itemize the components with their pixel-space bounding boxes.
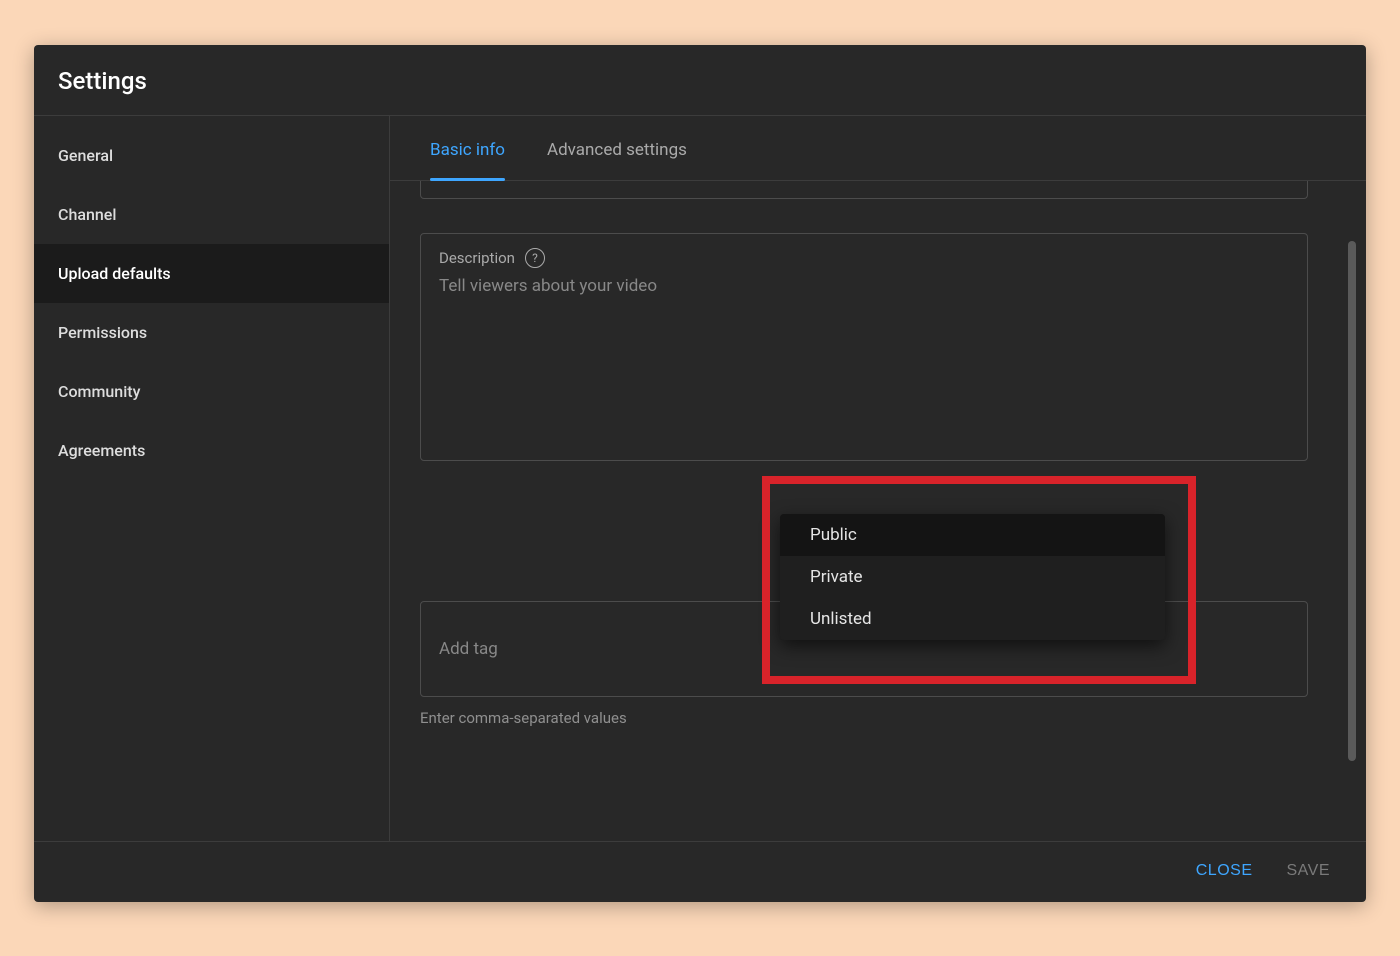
sidebar-item-upload-defaults[interactable]: Upload defaults — [34, 244, 389, 303]
form-scroll-area: Description ? Tell viewers about your vi… — [390, 181, 1366, 841]
close-button[interactable]: CLOSE — [1196, 862, 1253, 880]
help-icon[interactable]: ? — [525, 248, 545, 268]
tab-advanced-settings[interactable]: Advanced settings — [547, 140, 687, 180]
visibility-dropdown[interactable]: Public Private Unlisted — [780, 514, 1165, 640]
sidebar-item-permissions[interactable]: Permissions — [34, 303, 389, 362]
scrollbar[interactable] — [1348, 241, 1356, 821]
dialog-title: Settings — [58, 67, 1342, 95]
tags-placeholder: Add tag — [439, 639, 498, 659]
scrollbar-thumb[interactable] — [1348, 241, 1356, 761]
dialog-header: Settings — [34, 45, 1366, 116]
sidebar-item-community[interactable]: Community — [34, 362, 389, 421]
visibility-option-private[interactable]: Private — [780, 556, 1165, 598]
save-button[interactable]: SAVE — [1287, 862, 1331, 880]
settings-content: Basic info Advanced settings Description… — [390, 116, 1366, 841]
tags-helper: Enter comma-separated values — [420, 709, 1308, 727]
dialog-body: General Channel Upload defaults Permissi… — [34, 116, 1366, 841]
sidebar-item-general[interactable]: General — [34, 126, 389, 185]
title-field-partial[interactable] — [420, 181, 1308, 199]
sidebar-item-agreements[interactable]: Agreements — [34, 421, 389, 480]
tab-basic-info[interactable]: Basic info — [430, 140, 505, 180]
description-field[interactable]: Description ? Tell viewers about your vi… — [420, 233, 1308, 461]
visibility-option-public[interactable]: Public — [780, 514, 1165, 556]
tabs: Basic info Advanced settings — [390, 116, 1366, 181]
description-label-row: Description ? — [439, 248, 1289, 268]
description-placeholder: Tell viewers about your video — [439, 276, 1289, 296]
dialog-footer: CLOSE SAVE — [34, 841, 1366, 902]
settings-sidebar: General Channel Upload defaults Permissi… — [34, 116, 390, 841]
sidebar-item-channel[interactable]: Channel — [34, 185, 389, 244]
visibility-option-unlisted[interactable]: Unlisted — [780, 598, 1165, 640]
description-label: Description — [439, 249, 515, 267]
settings-dialog: Settings General Channel Upload defaults… — [34, 45, 1366, 902]
